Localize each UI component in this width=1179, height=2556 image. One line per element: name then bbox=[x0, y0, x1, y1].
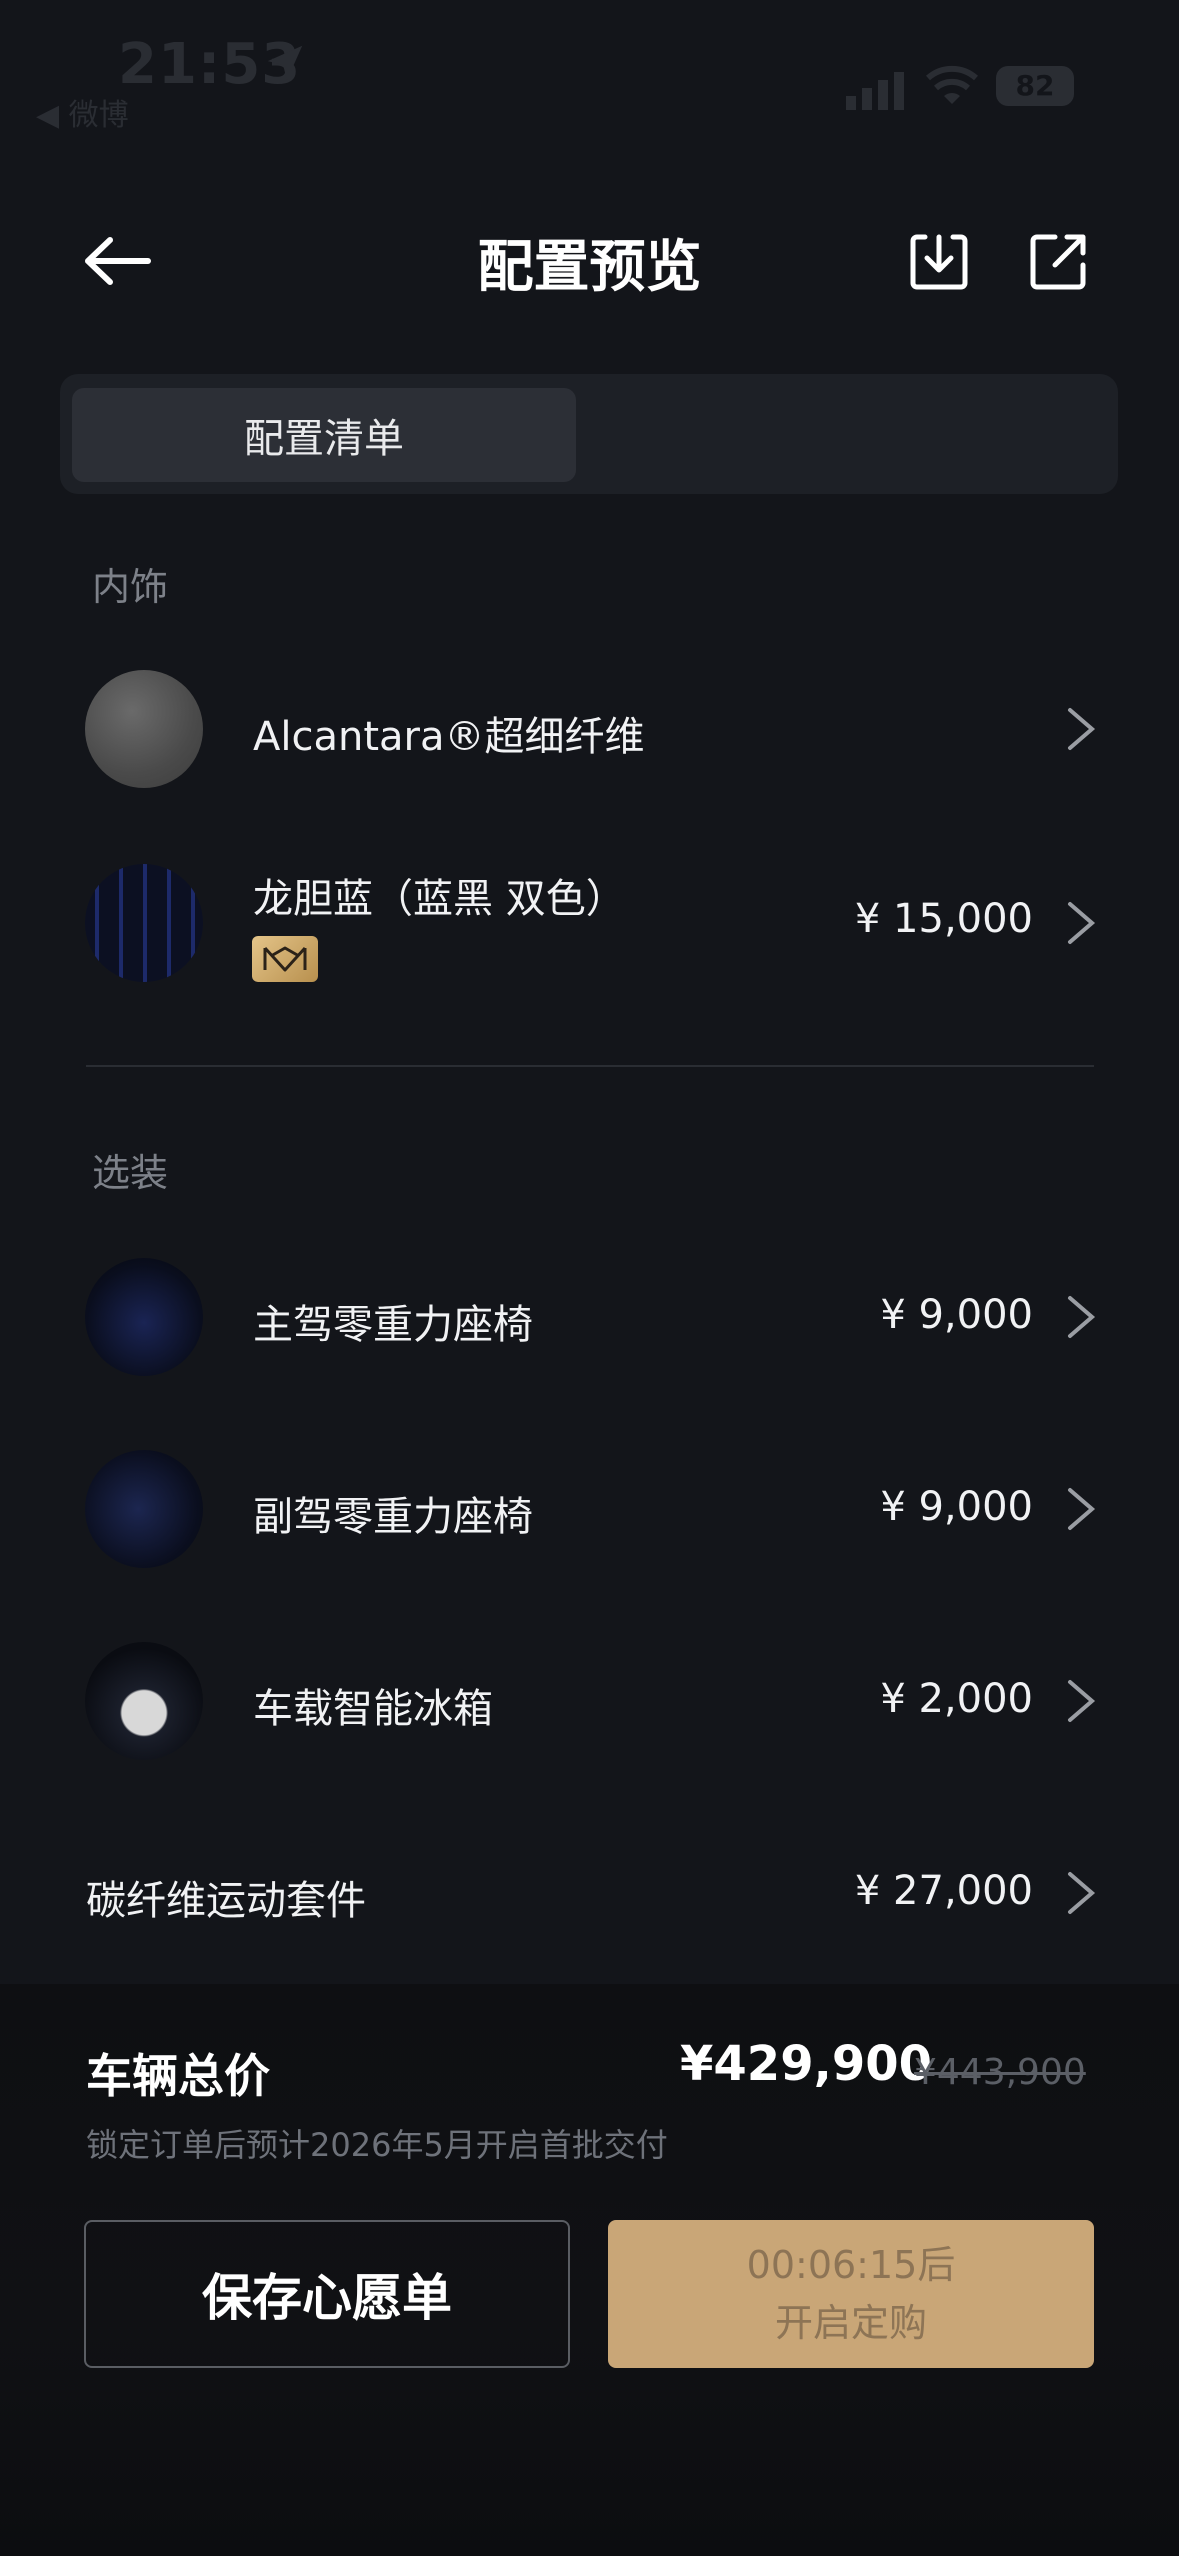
item-label: 主驾零重力座椅 bbox=[253, 1302, 533, 1348]
share-external-icon bbox=[1030, 234, 1086, 290]
share-button[interactable] bbox=[1024, 226, 1094, 296]
location-arrow-icon bbox=[267, 45, 303, 81]
item-label: 碳纤维运动套件 bbox=[86, 1878, 366, 1924]
item-price: ¥ 9,000 bbox=[880, 1292, 1033, 1338]
list-item-driver-seat[interactable]: 主驾零重力座椅 ¥ 9,000 bbox=[0, 1258, 1179, 1376]
start-order-button[interactable]: 00:06:15后 开启定购 bbox=[608, 2220, 1094, 2368]
back-to-app-link[interactable]: ◀ 微博 bbox=[36, 90, 129, 134]
list-item-passenger-seat[interactable]: 副驾零重力座椅 ¥ 9,000 bbox=[0, 1450, 1179, 1568]
alcantara-thumbnail bbox=[85, 670, 203, 788]
item-label: Alcantara®超细纤维 bbox=[253, 714, 645, 760]
item-label: 车载智能冰箱 bbox=[253, 1686, 493, 1732]
list-item-fridge[interactable]: 车载智能冰箱 ¥ 2,000 bbox=[0, 1642, 1179, 1760]
maybach-badge-icon bbox=[252, 936, 318, 982]
passenger-seat-thumbnail bbox=[85, 1450, 203, 1568]
list-item-gentian-blue[interactable]: 龙胆蓝（蓝黑 双色） ¥ 15,000 bbox=[0, 862, 1179, 982]
total-label: 车辆总价 bbox=[86, 2049, 270, 2103]
item-price: ¥ 9,000 bbox=[880, 1484, 1033, 1530]
tab-secondary[interactable] bbox=[580, 388, 1100, 482]
item-price: ¥ 15,000 bbox=[854, 896, 1033, 942]
list-item-carbon-kit[interactable]: 碳纤维运动套件 ¥ 27,000 bbox=[0, 1834, 1179, 1952]
chevron-right-icon bbox=[1068, 1872, 1096, 1914]
divider bbox=[86, 1065, 1094, 1067]
gentian-blue-thumbnail bbox=[85, 864, 203, 982]
fridge-thumbnail bbox=[85, 1642, 203, 1760]
list-item-alcantara[interactable]: Alcantara®超细纤维 bbox=[0, 670, 1179, 788]
order-countdown: 00:06:15后 bbox=[746, 2243, 956, 2287]
total-price: ¥429,900 bbox=[680, 2036, 933, 2092]
chevron-right-icon bbox=[1068, 708, 1096, 750]
page-title: 配置预览 bbox=[477, 235, 702, 300]
battery-indicator: 82 bbox=[996, 66, 1074, 106]
cellular-signal-icon bbox=[846, 72, 904, 110]
original-price: ¥443,900 bbox=[914, 2052, 1086, 2093]
section-label-interior: 内饰 bbox=[92, 565, 169, 609]
item-label: 副驾零重力座椅 bbox=[253, 1494, 533, 1540]
item-price: ¥ 27,000 bbox=[854, 1868, 1033, 1914]
delivery-note: 锁定订单后预计2026年5月开启首批交付 bbox=[86, 2126, 668, 2164]
save-wishlist-button[interactable]: 保存心愿单 bbox=[84, 2220, 570, 2368]
wifi-icon bbox=[926, 65, 978, 104]
chevron-right-icon bbox=[1068, 1680, 1096, 1722]
order-label: 开启定购 bbox=[774, 2301, 927, 2345]
section-label-options: 选装 bbox=[92, 1151, 169, 1195]
item-price: ¥ 2,000 bbox=[880, 1676, 1033, 1722]
driver-seat-thumbnail bbox=[85, 1258, 203, 1376]
chevron-right-icon bbox=[1068, 902, 1096, 944]
download-icon bbox=[910, 234, 968, 290]
item-label: 龙胆蓝（蓝黑 双色） bbox=[253, 876, 626, 922]
tab-config-list[interactable]: 配置清单 bbox=[72, 388, 576, 482]
download-button[interactable] bbox=[904, 226, 974, 296]
chevron-right-icon bbox=[1068, 1488, 1096, 1530]
chevron-right-icon bbox=[1068, 1296, 1096, 1338]
